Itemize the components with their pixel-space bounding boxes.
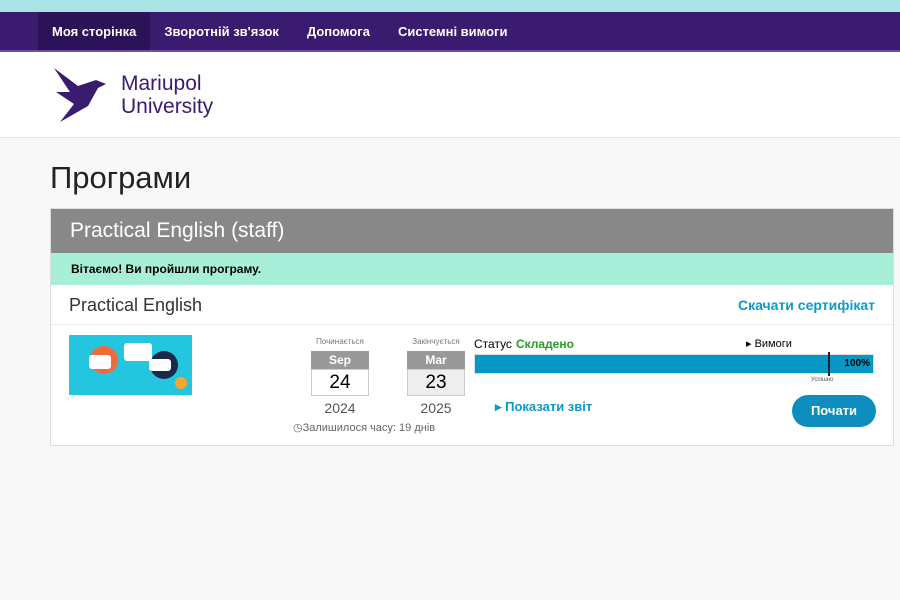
- nav-system-requirements[interactable]: Системні вимоги: [384, 12, 522, 50]
- start-button[interactable]: Почати: [792, 395, 876, 427]
- congrats-banner: Вітаємо! Ви пройшли програму.: [51, 253, 893, 285]
- brand-header: Mariupol University: [0, 52, 900, 138]
- progress-marker: [828, 352, 830, 376]
- nav-my-page[interactable]: Моя сторінка: [38, 12, 151, 50]
- top-nav: Моя сторінка Зворотній зв'язок Допомога …: [0, 12, 900, 52]
- course-name: Practical English: [69, 295, 203, 315]
- course-row: Practical English Скачати сертифікат: [51, 285, 893, 325]
- program-card: Practical English (staff) Вітаємо! Ви пр…: [50, 208, 894, 446]
- progress-bar: 100%: [474, 352, 874, 376]
- clock-icon: ◷: [293, 422, 303, 434]
- nav-help[interactable]: Допомога: [293, 12, 384, 50]
- progress-fill: [475, 355, 873, 373]
- brand-name[interactable]: Mariupol University: [121, 72, 213, 118]
- page-title: Програми: [50, 160, 192, 195]
- bird-logo-icon[interactable]: [52, 66, 108, 124]
- course-image: [69, 335, 192, 395]
- nav-feedback[interactable]: Зворотній зв'язок: [150, 12, 293, 50]
- status-value: Складено: [515, 337, 574, 351]
- progress-marker-label: Успішно: [811, 377, 834, 383]
- start-date: Починається Sep 24 2024: [311, 337, 369, 416]
- end-date: Закінчується Mar 23 2025: [407, 337, 465, 416]
- show-report-link[interactable]: ▸ Показати звіт: [495, 399, 592, 415]
- program-title: Practical English (staff): [51, 209, 893, 253]
- status: Статус Складено: [474, 337, 574, 351]
- browser-strip: [0, 0, 900, 12]
- download-certificate-link[interactable]: Скачати сертифікат: [738, 297, 875, 313]
- time-left: ◷Залишилося часу: 19 днів: [293, 422, 436, 434]
- progress-label: 100%: [844, 358, 870, 369]
- requirements-toggle[interactable]: ▸ Вимоги: [746, 337, 792, 350]
